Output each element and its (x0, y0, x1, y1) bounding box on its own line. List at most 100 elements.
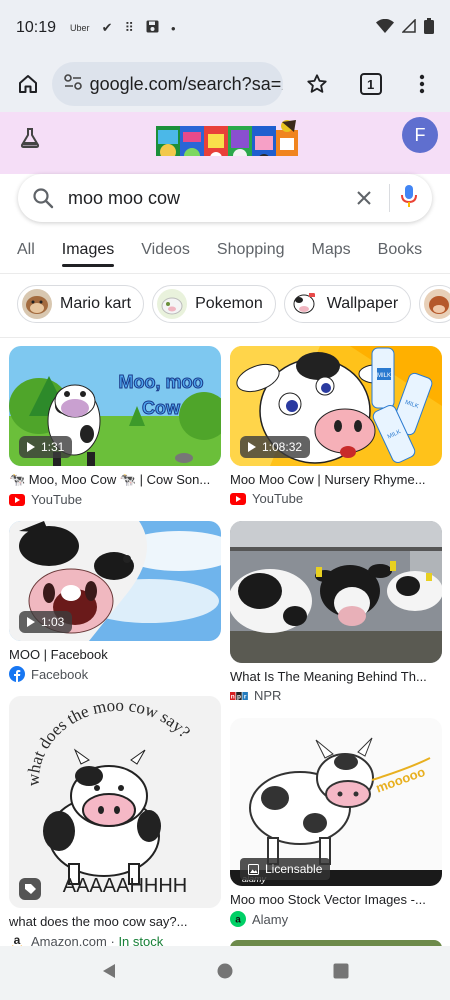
image-icon (248, 863, 259, 875)
result-title[interactable]: Moo moo Stock Vector Images -... (230, 892, 442, 907)
home-circle-icon (217, 963, 233, 978)
result-thumbnail[interactable]: what does the moo cow say? AAAAAHHHH (9, 696, 221, 908)
close-icon (357, 191, 371, 205)
result-title[interactable]: Moo Moo Cow | Nursery Rhyme... (230, 472, 442, 487)
chip-wallpaper[interactable]: Wallpaper (283, 285, 412, 323)
home-nav-button[interactable] (217, 963, 233, 984)
facebook-logo-icon (9, 666, 25, 682)
bookmark-button[interactable] (299, 66, 335, 102)
duration-text: 1:03 (41, 615, 65, 629)
source-name: NPR (254, 688, 282, 703)
flask-icon (20, 128, 40, 148)
recents-button[interactable] (333, 963, 349, 984)
thumbnail-text: Moo, moo (119, 372, 204, 392)
result-source[interactable]: YouTube (230, 491, 442, 506)
source-name: YouTube (252, 491, 304, 506)
search-input[interactable]: moo moo cow (68, 188, 349, 209)
thumbnail-text: AAAAAHHHH (63, 875, 187, 897)
result-title[interactable]: 🐄 Moo, Moo Cow 🐄 | Cow Son... (9, 472, 221, 488)
image-result[interactable]: what does the moo cow say? AAAAAHHHH wha… (9, 696, 221, 949)
play-icon (27, 617, 35, 627)
star-icon (307, 74, 327, 93)
chip-partial[interactable] (419, 285, 450, 323)
refinement-chips: Mario kart Pokemon Wallpaper (0, 285, 450, 325)
result-title[interactable]: What Is The Meaning Behind Th... (230, 669, 442, 684)
image-result[interactable]: What Is The Meaning Behind Th... n p r N… (230, 521, 442, 703)
result-thumbnail[interactable]: 1:03 (9, 521, 221, 641)
chip-thumbnail (288, 289, 319, 319)
youtube-logo-icon (230, 492, 246, 505)
npr-logo-icon: n p r (230, 691, 248, 700)
search-box[interactable]: moo moo cow (18, 174, 432, 222)
tab-shopping[interactable]: Shopping (217, 232, 285, 273)
licensable-badge: Licensable (240, 858, 331, 880)
chip-label: Pokemon (195, 295, 263, 312)
status-bar: 10:19 Uber ✔ ⠿ • (0, 0, 450, 56)
result-source[interactable]: YouTube (9, 492, 221, 507)
tab-images[interactable]: Images (61, 232, 115, 273)
result-source[interactable]: n p r NPR (230, 688, 442, 703)
tab-switcher-button[interactable]: 1 (353, 66, 389, 102)
svg-text:n: n (231, 693, 235, 700)
source-name: YouTube (31, 492, 83, 507)
chip-pokemon[interactable]: Pokemon (152, 285, 276, 323)
account-avatar[interactable]: F (402, 117, 438, 153)
search-area: moo moo cow (0, 156, 450, 232)
tab-all[interactable]: All (17, 232, 35, 273)
browser-toolbar: google.com/search?sa=X 1 (0, 56, 450, 112)
tab-videos[interactable]: Videos (141, 232, 190, 273)
search-labs-button[interactable] (18, 126, 42, 155)
source-name: Facebook (31, 666, 89, 682)
result-title[interactable]: MOO | Facebook (9, 647, 221, 662)
video-duration-badge: 1:03 (19, 611, 73, 633)
clear-search-button[interactable] (349, 183, 379, 213)
tab-maps[interactable]: Maps (312, 232, 351, 273)
status-time: 10:19 (16, 19, 57, 36)
image-result[interactable]: mooooo alamy Licensable Moo moo Stock Ve… (230, 718, 442, 927)
tab-books[interactable]: Books (378, 232, 422, 273)
licensable-text: Licensable (265, 862, 323, 876)
video-duration-badge: 1:31 (19, 436, 73, 458)
result-source[interactable]: Facebook (9, 666, 221, 682)
result-thumbnail[interactable]: Moo, moo Cow 1:31 (9, 346, 221, 466)
result-thumbnail[interactable]: MILK MILK MILK 1:08:32 (230, 346, 442, 466)
play-icon (27, 442, 35, 452)
chip-thumbnail (157, 289, 188, 319)
image-result[interactable]: MILK MILK MILK 1:08:32 Moo Moo Cow | Nur… (230, 346, 442, 506)
chip-label: Wallpaper (326, 295, 399, 312)
voice-search-button[interactable] (400, 184, 418, 213)
system-navigation-bar (0, 946, 450, 1000)
grid-notification-icon: ⠿ (124, 20, 134, 35)
chip-label: Mario kart (60, 295, 132, 312)
youtube-logo-icon (9, 493, 25, 506)
result-title[interactable]: what does the moo cow say?... (9, 914, 221, 929)
alamy-logo-icon: a (230, 911, 246, 927)
tab-count: 1 (359, 73, 382, 95)
duration-text: 1:31 (41, 440, 65, 454)
svg-text:p: p (237, 693, 241, 700)
checkmark-notification-icon: ✔ (101, 20, 113, 35)
search-icon (33, 188, 54, 209)
home-button[interactable] (10, 66, 46, 102)
url-text: google.com/search?sa=X (89, 73, 284, 94)
home-icon (18, 75, 37, 93)
microphone-icon (401, 184, 417, 207)
save-notification-icon (146, 20, 159, 36)
result-thumbnail[interactable]: mooooo alamy Licensable (230, 718, 442, 886)
result-source[interactable]: a Alamy (230, 911, 442, 927)
search-divider (389, 184, 390, 212)
thumbnail-text: MILK (377, 373, 391, 379)
menu-button[interactable] (404, 66, 440, 102)
site-settings-icon[interactable] (63, 73, 82, 95)
play-icon (248, 442, 256, 452)
recents-icon (333, 963, 349, 978)
chip-thumbnail (424, 289, 450, 319)
image-result[interactable]: 1:03 MOO | Facebook Facebook (9, 521, 221, 682)
chip-mario-kart[interactable]: Mario kart (17, 285, 145, 323)
image-result[interactable]: Moo, moo Cow 1:31 🐄 Moo, Moo Cow 🐄 | Cow… (9, 346, 221, 507)
chips-divider (0, 337, 450, 338)
search-tabs: All Images Videos Shopping Maps Books N (0, 232, 450, 274)
back-button[interactable] (101, 963, 117, 984)
result-thumbnail[interactable] (230, 521, 442, 663)
address-bar[interactable]: google.com/search?sa=X (51, 62, 284, 106)
